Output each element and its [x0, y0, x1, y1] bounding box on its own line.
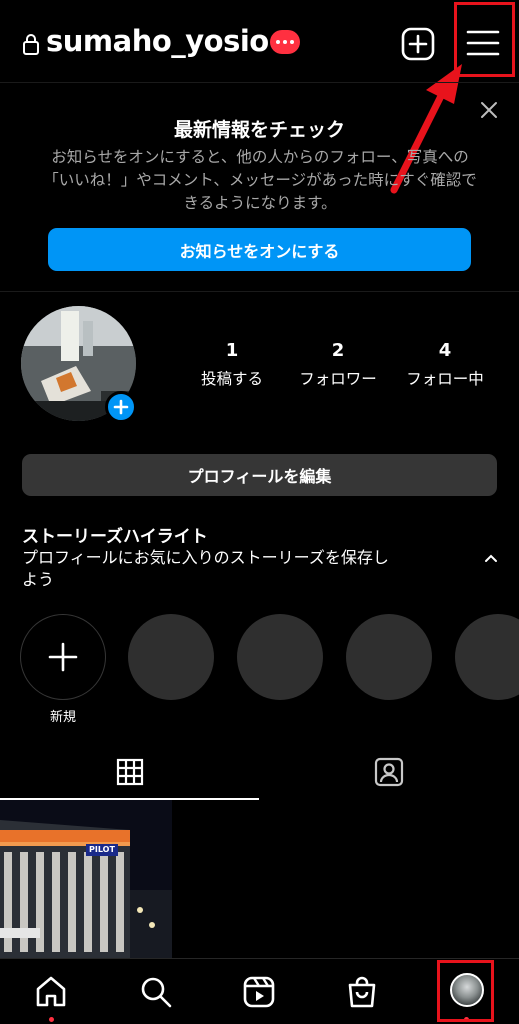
- enable-notifications-button[interactable]: お知らせをオンにする: [48, 228, 471, 271]
- plus-square-icon[interactable]: [401, 27, 435, 61]
- more-dots-icon[interactable]: [270, 30, 300, 54]
- new-highlight-label: 新規: [49, 710, 76, 725]
- followers-count: 2: [331, 340, 345, 361]
- highlights-description: プロフィールにお気に入りのストーリーズを保存しよう: [22, 548, 389, 589]
- tab-posts-grid[interactable]: [0, 740, 259, 800]
- username-title[interactable]: sumaho_yosio: [46, 24, 269, 58]
- highlight-placeholder: [128, 614, 214, 700]
- highlight-placeholder: [346, 614, 432, 700]
- building-photo: [0, 800, 172, 958]
- sign-text: PILOT: [89, 845, 115, 854]
- annotation-highlight-box: [437, 960, 494, 1022]
- edit-profile-button[interactable]: プロフィールを編集: [22, 454, 497, 496]
- followers-label: フォロワー: [299, 370, 377, 388]
- plus-icon: [48, 642, 78, 672]
- posts-count: 1: [225, 340, 239, 361]
- new-highlight-button[interactable]: [20, 614, 106, 700]
- chevron-up-icon[interactable]: [484, 553, 498, 563]
- posts-label: 投稿する: [200, 370, 263, 388]
- add-story-button[interactable]: [105, 391, 137, 423]
- reels-icon[interactable]: [242, 975, 276, 1009]
- following-label: フォロー中: [406, 370, 484, 388]
- notification-prompt: 最新情報をチェック お知らせをオンにすると、他の人からのフォロー、写真への「いい…: [0, 82, 519, 292]
- post-thumbnail[interactable]: PILOT: [0, 800, 172, 958]
- highlight-placeholder: [237, 614, 323, 700]
- following-count: 4: [438, 340, 452, 361]
- lock-icon: [23, 34, 39, 55]
- highlight-placeholder: [455, 614, 519, 700]
- notice-body: お知らせをオンにすると、他の人からのフォロー、写真への「いいね！」やコメント、メ…: [43, 148, 477, 212]
- plus-icon: [113, 399, 129, 415]
- grid-icon: [116, 758, 143, 786]
- tagged-person-icon: [374, 757, 404, 787]
- stat-posts[interactable]: 1 投稿する: [196, 340, 268, 389]
- notice-title: 最新情報をチェック: [173, 119, 345, 141]
- stat-followers[interactable]: 2 フォロワー: [293, 340, 383, 389]
- home-icon[interactable]: [34, 975, 68, 1009]
- tab-tagged[interactable]: [259, 740, 519, 800]
- search-icon[interactable]: [139, 975, 173, 1009]
- activity-dot: [49, 1017, 54, 1022]
- shop-icon[interactable]: [345, 975, 379, 1009]
- highlights-title: ストーリーズハイライト: [22, 527, 208, 547]
- stat-following[interactable]: 4 フォロー中: [400, 340, 490, 389]
